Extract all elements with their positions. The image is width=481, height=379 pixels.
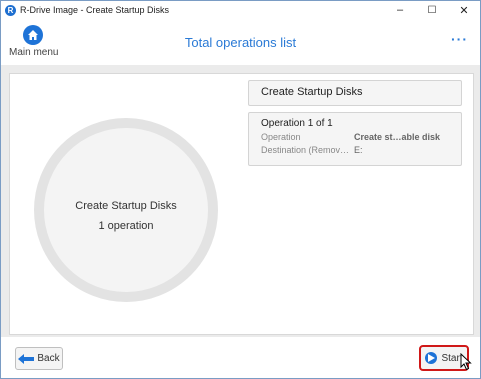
summary-title: Create Startup Disks [75,200,177,212]
main-area: Create Startup Disks 1 operation Create … [1,65,480,337]
more-icon[interactable]: ··· [451,31,468,47]
footer: Back Start [1,337,480,378]
operation-key: Operation [261,132,301,142]
operation-value: Create st…able disk [354,132,441,142]
operation-card[interactable]: Operation 1 of 1 Operation Create st…abl… [248,112,462,166]
destination-row: Destination (Remov… E: [261,145,449,155]
operation-row: Operation Create st…able disk [261,132,449,142]
destination-value: E: [354,145,363,155]
minimize-button[interactable]: – [384,1,416,19]
window-title: R-Drive Image - Create Startup Disks [20,5,170,15]
mouse-cursor-icon [460,353,472,371]
back-label: Back [37,353,60,364]
header: Main menu Total operations list ··· [1,19,480,65]
summary-count: 1 operation [98,220,154,232]
back-arrow-icon [18,353,35,364]
operations-group-header[interactable]: Create Startup Disks [248,80,462,106]
content-panel: Create Startup Disks 1 operation Create … [9,73,474,335]
app-logo-icon: R [5,4,16,16]
title-bar: R R-Drive Image - Create Startup Disks –… [1,1,480,19]
maximize-button[interactable]: ☐ [416,1,448,19]
operation-title: Operation 1 of 1 [261,118,333,129]
close-button[interactable]: ✕ [448,1,480,19]
destination-key: Destination (Remov… [261,145,350,155]
window-controls: – ☐ ✕ [384,1,480,19]
play-icon [425,352,438,364]
page-title: Total operations list [184,35,297,50]
back-button[interactable]: Back [15,347,63,370]
app-window: R R-Drive Image - Create Startup Disks –… [0,0,481,379]
summary-circle: Create Startup Disks 1 operation [34,118,218,302]
